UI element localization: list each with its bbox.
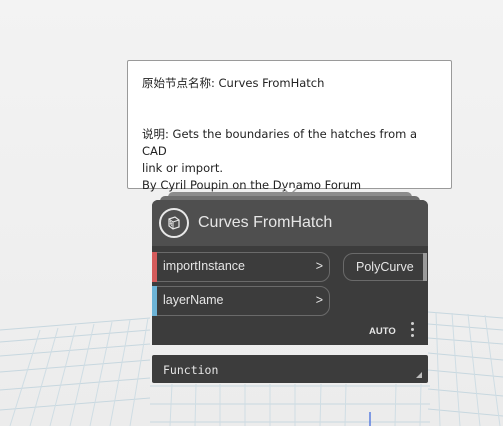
- curves-fromhatch-node[interactable]: Curves FromHatch importInstance > layerN…: [152, 200, 428, 345]
- chevron-right-icon[interactable]: >: [316, 259, 323, 273]
- input-port-indicator-red: [152, 252, 157, 282]
- chevron-right-icon[interactable]: >: [316, 293, 323, 307]
- output-port-indicator: [423, 253, 427, 281]
- tooltip-original-name: 原始节点名称: Curves FromHatch: [142, 76, 325, 90]
- input-port-indicator-blue: [152, 286, 157, 316]
- lacing-indicator[interactable]: AUTO: [369, 326, 396, 337]
- node-header[interactable]: Curves FromHatch: [152, 200, 428, 246]
- function-preview-bar[interactable]: Function: [152, 355, 428, 383]
- input-port-layername[interactable]: layerName >: [152, 286, 330, 316]
- function-preview-label: Function: [163, 363, 219, 377]
- node-tooltip: 原始节点名称: Curves FromHatch 说明: Gets the bo…: [127, 60, 452, 192]
- output-port-label: PolyCurve: [356, 260, 414, 274]
- node-title: Curves FromHatch: [198, 214, 333, 231]
- tooltip-description-line2: link or import.: [142, 161, 224, 175]
- resize-grip-icon[interactable]: [416, 372, 422, 378]
- output-port-polycurve[interactable]: PolyCurve: [343, 253, 427, 281]
- node-package-icon: [159, 208, 189, 238]
- input-port-importinstance[interactable]: importInstance >: [152, 252, 330, 282]
- more-options-icon[interactable]: [410, 322, 416, 340]
- input-port-label: layerName: [163, 293, 224, 307]
- tooltip-description-line1: 说明: Gets the boundaries of the hatches f…: [142, 127, 418, 158]
- input-port-label: importInstance: [163, 259, 245, 273]
